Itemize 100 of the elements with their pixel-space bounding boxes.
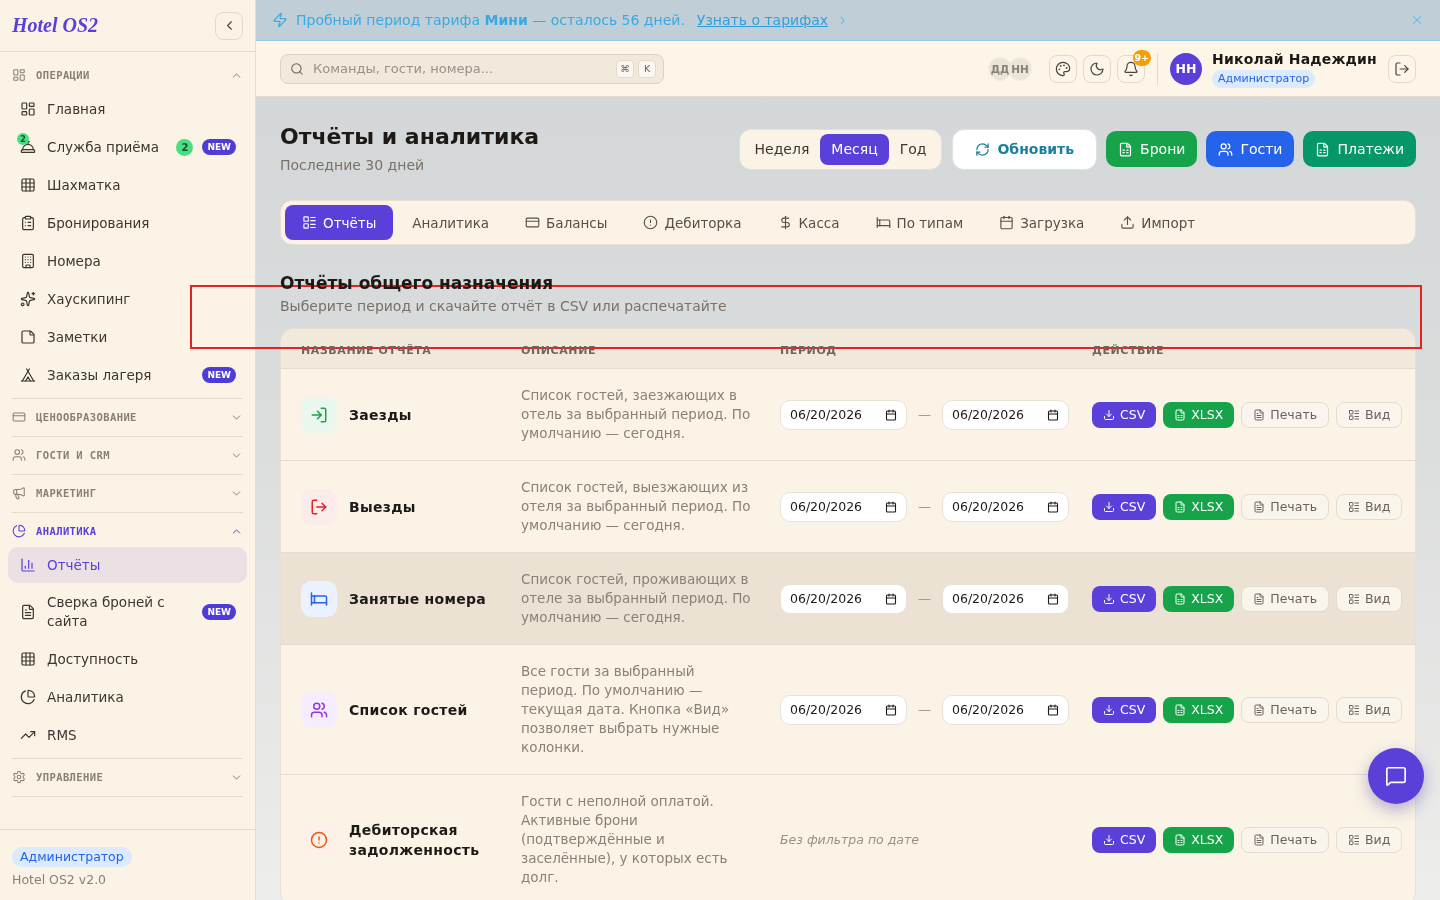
document-icon xyxy=(20,604,36,620)
alert-icon xyxy=(643,215,659,230)
view-button[interactable]: Вид xyxy=(1336,585,1403,612)
report-description: Гости с неполной оплатой. Активные брони (подтверждённые и заселённые), у которых есть долг. xyxy=(521,792,729,887)
sidebar-item[interactable]: RMS xyxy=(8,717,247,753)
tab[interactable]: По типам xyxy=(858,205,981,240)
csv-button[interactable]: CSV xyxy=(1092,585,1157,612)
sidebar-item[interactable]: Бронирования xyxy=(8,205,247,241)
sidebar-item[interactable]: Номера xyxy=(8,243,247,279)
date-field[interactable]: 06/20/2026 xyxy=(780,491,907,522)
date-field[interactable]: 06/20/2026 xyxy=(942,694,1069,725)
people-icon xyxy=(12,448,26,462)
date-field[interactable]: 06/20/2026 xyxy=(942,583,1069,614)
sidebar-item[interactable]: Сверка броней с сайта xyxy=(8,585,199,639)
view-button[interactable]: Вид xyxy=(1336,696,1403,723)
sidebar-item[interactable]: Главная xyxy=(8,91,247,127)
tab[interactable]: Отчёты xyxy=(285,205,394,240)
print-button[interactable]: Печать xyxy=(1241,585,1330,612)
sidebar-item[interactable]: Доступность xyxy=(8,641,247,677)
clipboard-icon xyxy=(20,215,36,231)
tab[interactable]: Аналитика xyxy=(395,205,507,240)
tab[interactable]: Дебиторка xyxy=(626,205,759,240)
tab[interactable]: Балансы xyxy=(508,205,625,240)
date-field[interactable]: 06/20/2026 xyxy=(780,399,907,430)
people-icon xyxy=(301,691,337,728)
theme-button[interactable] xyxy=(1049,54,1078,83)
sidebar-item[interactable]: Шахматка xyxy=(8,167,247,203)
sidebar-item[interactable]: Аналитика xyxy=(8,679,247,715)
view-button[interactable]: Вид xyxy=(1336,401,1403,428)
tab[interactable]: Касса xyxy=(760,205,857,240)
section-header[interactable]: ОПЕРАЦИИ xyxy=(12,60,243,90)
section-header[interactable]: МАРКЕТИНГ xyxy=(12,478,243,508)
document-icon xyxy=(1253,592,1266,605)
dark-mode-button[interactable] xyxy=(1083,54,1112,83)
report-description: Список гостей, заезжающих в отель за выбранный период. По умолчанию — сегодня. xyxy=(521,386,752,443)
range-dash: — xyxy=(918,591,931,606)
dashboard-icon xyxy=(20,101,36,117)
range-dash: — xyxy=(918,499,931,514)
date-field[interactable]: 06/20/2026 xyxy=(780,694,907,725)
calendar-icon xyxy=(885,408,897,421)
view-button[interactable]: Вид xyxy=(1336,826,1403,853)
refresh-button[interactable]: Обновить xyxy=(952,128,1098,170)
date-field[interactable]: 06/20/2026 xyxy=(942,399,1069,430)
calendar-icon xyxy=(1047,408,1059,421)
note-icon xyxy=(20,329,36,345)
csv-button[interactable]: CSV xyxy=(1092,696,1157,723)
period-option[interactable]: Год xyxy=(888,133,938,165)
export-button[interactable]: Гости xyxy=(1206,131,1295,167)
sidebar-item[interactable]: Отчёты xyxy=(8,547,247,583)
range-dash: — xyxy=(918,702,931,717)
sidebar-item[interactable]: 2 Служба приёма xyxy=(8,129,173,165)
period-option[interactable]: Неделя xyxy=(743,133,821,165)
csv-button[interactable]: CSV xyxy=(1092,826,1157,853)
tent-icon xyxy=(20,367,36,383)
tab[interactable]: Импорт xyxy=(1103,205,1213,240)
user-avatar[interactable]: НН xyxy=(1170,52,1203,85)
spreadsheet-icon xyxy=(1118,141,1134,157)
new-badge: NEW xyxy=(202,367,236,383)
csv-button[interactable]: CSV xyxy=(1092,401,1157,428)
document-icon xyxy=(1253,500,1266,513)
megaphone-icon xyxy=(12,486,26,500)
moon-icon xyxy=(1089,60,1106,77)
section-header[interactable]: УПРАВЛЕНИЕ xyxy=(12,762,243,792)
date-field[interactable]: 06/20/2026 xyxy=(780,583,907,614)
sidebar-item[interactable]: Заметки xyxy=(8,319,247,355)
tab[interactable]: Загрузка xyxy=(982,205,1102,240)
grid-icon xyxy=(20,651,36,667)
new-badge: NEW xyxy=(202,604,236,620)
list-icon xyxy=(1348,408,1361,421)
date-field[interactable]: 06/20/2026 xyxy=(942,491,1069,522)
download-icon xyxy=(1103,408,1115,421)
print-button[interactable]: Печать xyxy=(1241,493,1330,520)
calendar-icon xyxy=(1047,500,1059,513)
sidebar-item[interactable]: Хаускипинг xyxy=(8,281,247,317)
report-name: Дебиторская задолженность xyxy=(349,820,481,860)
report-description: Список гостей, выезжающих из отеля за выбранный период. По умолчанию — сегодня. xyxy=(521,478,752,535)
calendar-icon xyxy=(885,592,897,605)
print-button[interactable]: Печать xyxy=(1241,696,1330,723)
period-option[interactable]: Месяц xyxy=(820,133,889,165)
report-description: Все гости за выбранный период. По умолчанию — текущая дата. Кнопка «Вид» позволяет выбрать нужные колонки. xyxy=(521,662,731,757)
section-subtitle: Выберите период и скачайте отчёт в CSV или распечатайте xyxy=(280,297,728,316)
chat-icon xyxy=(1385,765,1407,787)
csv-button[interactable]: CSV xyxy=(1092,493,1157,520)
export-button[interactable]: Платежи xyxy=(1303,131,1416,167)
sidebar-item[interactable]: Заказы лагеря xyxy=(8,357,199,393)
document-icon xyxy=(1253,833,1266,846)
print-button[interactable]: Печать xyxy=(1241,826,1330,853)
section-header[interactable]: ЦЕНООБРАЗОВАНИЕ xyxy=(12,402,243,432)
sign-in-icon xyxy=(301,396,337,433)
calendar-icon xyxy=(999,215,1015,230)
report-name: Выезды xyxy=(349,497,416,517)
pie-chart-icon xyxy=(12,524,26,538)
logout-button[interactable] xyxy=(1388,54,1416,83)
download-icon xyxy=(1103,592,1115,605)
app-logo: Hotel OS2 xyxy=(12,14,99,37)
view-button[interactable]: Вид xyxy=(1336,493,1403,520)
spreadsheet-icon xyxy=(1174,500,1187,513)
section-header[interactable]: ГОСТИ И CRM xyxy=(12,440,243,470)
print-button[interactable]: Печать xyxy=(1241,401,1330,428)
section-header[interactable]: АНАЛИТИКА xyxy=(12,516,243,546)
